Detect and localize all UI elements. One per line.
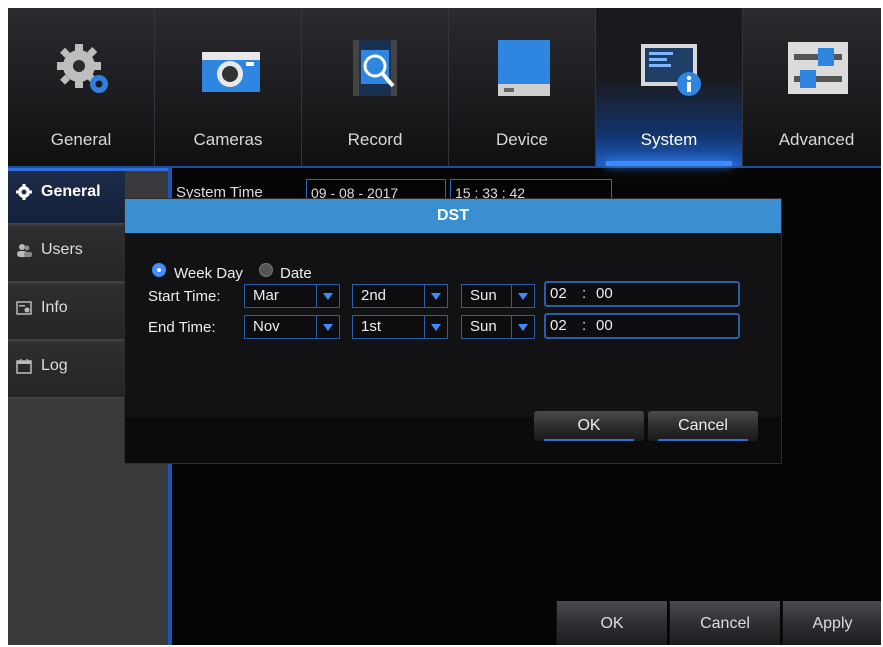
dialog-ok-button[interactable]: OK	[534, 411, 644, 441]
sidebar-item-label: Info	[41, 299, 68, 316]
start-day-select[interactable]: Sun	[461, 284, 535, 308]
select-value: Sun	[470, 287, 497, 304]
sidebar-item-label: Log	[41, 357, 68, 374]
chevron-down-icon	[424, 316, 447, 338]
weekday-radio-label: Week Day	[174, 265, 243, 282]
chevron-down-icon	[316, 285, 339, 307]
select-value: Mar	[253, 287, 279, 304]
tab-cameras[interactable]: Cameras	[155, 8, 302, 166]
end-week-select[interactable]: 1st	[352, 315, 448, 339]
calendar-icon	[16, 359, 32, 374]
hour-value: 02	[550, 317, 567, 334]
chevron-down-icon	[424, 285, 447, 307]
start-time-label: Start Time:	[148, 288, 221, 305]
system-info-icon	[641, 44, 701, 96]
tab-system[interactable]: System	[596, 8, 743, 166]
end-time-input[interactable]: 02 : 00	[544, 313, 740, 339]
top-navigation: General Cameras Record Device System Adv…	[8, 8, 881, 168]
chevron-down-icon	[316, 316, 339, 338]
sidebar-item-label: Users	[41, 241, 83, 258]
end-day-select[interactable]: Sun	[461, 315, 535, 339]
select-value: Sun	[470, 318, 497, 335]
sidebar-item-log[interactable]: Log	[8, 342, 125, 398]
record-search-icon	[353, 40, 397, 96]
ok-button[interactable]: OK	[556, 601, 667, 645]
tab-label: Device	[496, 130, 548, 149]
hard-drive-icon	[498, 40, 550, 96]
sidebar-item-info[interactable]: Info	[8, 284, 125, 340]
tab-label: System	[640, 130, 698, 149]
time-separator: :	[582, 317, 587, 334]
end-month-select[interactable]: Nov	[244, 315, 340, 339]
start-time-input[interactable]: 02 : 00	[544, 281, 740, 307]
sliders-icon	[788, 42, 848, 94]
select-value: Nov	[253, 318, 280, 335]
dialog-cancel-button[interactable]: Cancel	[648, 411, 758, 441]
dialog-title: DST	[125, 199, 781, 233]
gear-icon	[16, 184, 32, 200]
tab-record[interactable]: Record	[302, 8, 449, 166]
weekday-radio[interactable]	[152, 263, 166, 277]
sidebar-item-users[interactable]: Users	[8, 226, 125, 282]
sidebar-item-general[interactable]: General	[8, 168, 172, 224]
minute-value: 00	[596, 285, 613, 302]
tab-device[interactable]: Device	[449, 8, 596, 166]
cancel-button[interactable]: Cancel	[669, 601, 780, 645]
hour-value: 02	[550, 285, 567, 302]
start-week-select[interactable]: 2nd	[352, 284, 448, 308]
time-separator: :	[582, 285, 587, 302]
dvr-settings-screen: General Cameras Record Device System Adv…	[8, 8, 881, 645]
tab-label: Cameras	[193, 130, 263, 149]
tab-label: Advanced	[778, 130, 855, 149]
tab-label: General	[50, 130, 112, 149]
info-icon	[16, 301, 32, 315]
tab-advanced[interactable]: Advanced	[743, 8, 881, 166]
select-value: 1st	[361, 318, 382, 335]
sidebar-item-label: General	[41, 183, 101, 200]
apply-button[interactable]: Apply	[782, 601, 881, 645]
camera-icon	[202, 52, 260, 92]
users-icon	[17, 244, 32, 257]
tab-label: Record	[347, 130, 403, 149]
minute-value: 00	[596, 317, 613, 334]
chevron-down-icon	[511, 285, 534, 307]
end-time-label: End Time:	[148, 319, 216, 336]
select-value: 2nd	[361, 287, 387, 304]
start-month-select[interactable]: Mar	[244, 284, 340, 308]
chevron-down-icon	[511, 316, 534, 338]
tab-general[interactable]: General	[8, 8, 155, 166]
date-radio-label: Date	[280, 265, 312, 282]
gears-icon	[57, 44, 108, 93]
date-radio[interactable]	[259, 263, 273, 277]
